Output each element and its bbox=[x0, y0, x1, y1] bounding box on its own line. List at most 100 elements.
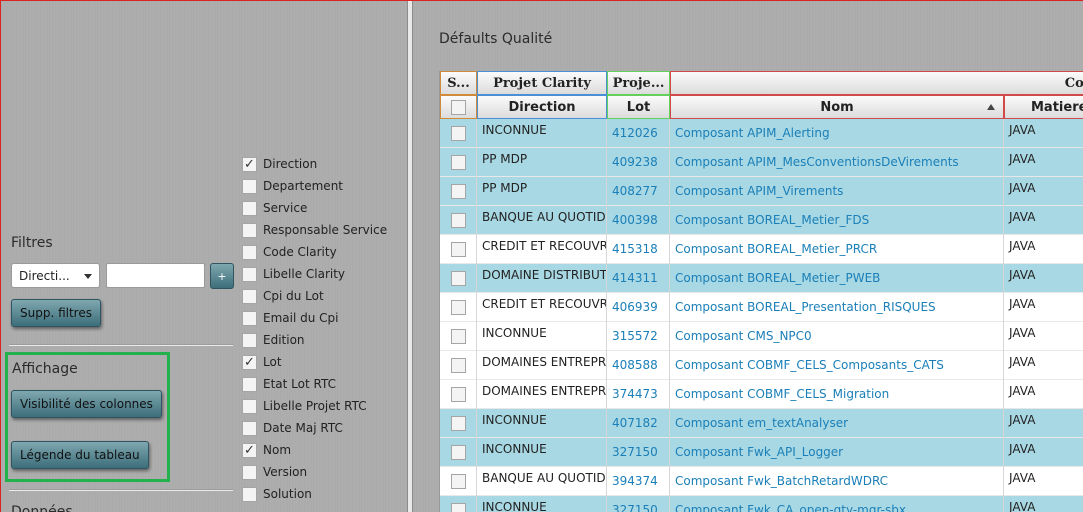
table-row[interactable]: INCONNUE 327150 Composant Fwk_API_Logger JA… bbox=[440, 438, 1083, 467]
column-option[interactable]: Libelle Clarity bbox=[242, 263, 387, 285]
lot-cell[interactable]: 408588 bbox=[607, 351, 670, 380]
header-matiere[interactable]: Matiere bbox=[1004, 95, 1083, 119]
column-option[interactable]: ✓ Nom bbox=[242, 439, 387, 461]
checkbox[interactable]: ✓ bbox=[242, 156, 257, 172]
lot-cell[interactable]: 400398 bbox=[607, 206, 670, 235]
table-row[interactable]: INCONNUE 407182 Composant em_textAnalyser J… bbox=[440, 409, 1083, 438]
checkbox[interactable]: ✓ bbox=[242, 354, 257, 370]
nom-cell[interactable]: Composant Fwk_API_Logger bbox=[670, 438, 1004, 467]
column-option[interactable]: Code Clarity bbox=[242, 241, 387, 263]
checkbox[interactable] bbox=[242, 222, 257, 238]
lot-cell[interactable]: 327150 bbox=[607, 496, 670, 512]
lot-cell[interactable]: 315572 bbox=[607, 322, 670, 351]
header-lot[interactable]: Lot bbox=[607, 95, 670, 119]
checkbox[interactable]: ✓ bbox=[242, 442, 257, 458]
nom-cell[interactable]: Composant Fwk_CA_open-qty-mgr-sbx bbox=[670, 496, 1004, 512]
column-option[interactable]: Etat Lot RTC bbox=[242, 373, 387, 395]
table-row[interactable]: CREDIT ET RECOUVR... 415318 Composant BORE… bbox=[440, 235, 1083, 264]
checkbox[interactable] bbox=[242, 288, 257, 304]
nom-cell[interactable]: Composant COBMF_CELS_Migration bbox=[670, 380, 1004, 409]
row-checkbox[interactable] bbox=[450, 387, 466, 402]
row-checkbox[interactable] bbox=[450, 329, 466, 344]
filter-column-combo[interactable]: Directi... bbox=[11, 263, 100, 288]
row-checkbox[interactable] bbox=[450, 184, 466, 199]
group-header-projet[interactable]: Proje... bbox=[607, 71, 670, 95]
column-option[interactable]: Date Maj RTC bbox=[242, 417, 387, 439]
nom-cell[interactable]: Composant BOREAL_Metier_PWEB bbox=[670, 264, 1004, 293]
group-header-composant[interactable]: Composa bbox=[670, 71, 1083, 95]
checkbox[interactable] bbox=[242, 420, 257, 436]
checkbox[interactable] bbox=[242, 332, 257, 348]
column-option[interactable]: Libelle Projet RTC bbox=[242, 395, 387, 417]
lot-cell[interactable]: 412026 bbox=[607, 119, 670, 148]
table-row[interactable]: DOMAINES ENTREPR... 408588 Composant COBMF… bbox=[440, 351, 1083, 380]
column-option[interactable]: Cpi du Lot bbox=[242, 285, 387, 307]
row-checkbox[interactable] bbox=[450, 358, 466, 373]
row-checkbox[interactable] bbox=[450, 300, 466, 315]
row-checkbox[interactable] bbox=[450, 474, 466, 489]
nom-cell[interactable]: Composant COBMF_CELS_Composants_CATS bbox=[670, 351, 1004, 380]
checkbox[interactable] bbox=[242, 376, 257, 392]
checkbox[interactable] bbox=[242, 244, 257, 260]
row-checkbox[interactable] bbox=[450, 126, 466, 141]
lot-cell[interactable]: 327150 bbox=[607, 438, 670, 467]
table-legend-button[interactable]: Légende du tableau bbox=[11, 441, 149, 469]
column-option[interactable]: ✓ Direction bbox=[242, 153, 387, 175]
table-row[interactable]: PP MDP 409238 Composant APIM_MesConvention… bbox=[440, 148, 1083, 177]
lot-cell[interactable]: 406939 bbox=[607, 293, 670, 322]
nom-cell[interactable]: Composant APIM_Virements bbox=[670, 177, 1004, 206]
column-option[interactable]: Version bbox=[242, 461, 387, 483]
checkbox[interactable] bbox=[242, 310, 257, 326]
row-checkbox[interactable] bbox=[450, 155, 466, 170]
checkbox[interactable] bbox=[242, 178, 257, 194]
lot-cell[interactable]: 407182 bbox=[607, 409, 670, 438]
header-direction[interactable]: Direction bbox=[477, 95, 607, 119]
table-row[interactable]: BANQUE AU QUOTID... 400398 Composant BOREA… bbox=[440, 206, 1083, 235]
row-checkbox[interactable] bbox=[450, 213, 466, 228]
table-row[interactable]: DOMAINE DISTRIBUT... 414311 Composant BORE… bbox=[440, 264, 1083, 293]
checkbox[interactable] bbox=[242, 486, 257, 502]
column-option[interactable]: Edition bbox=[242, 329, 387, 351]
table-row[interactable]: BANQUE AU QUOTID... 394374 Composant Fwk_B… bbox=[440, 467, 1083, 496]
row-checkbox[interactable] bbox=[450, 242, 466, 257]
nom-cell[interactable]: Composant BOREAL_Presentation_RISQUES bbox=[670, 293, 1004, 322]
table-row[interactable]: CREDIT ET RECOUVR... 406939 Composant BORE… bbox=[440, 293, 1083, 322]
table-row[interactable]: INCONNUE 315572 Composant CMS_NPC0 JAVA bbox=[440, 322, 1083, 351]
lot-cell[interactable]: 415318 bbox=[607, 235, 670, 264]
column-option[interactable]: ✓ Lot bbox=[242, 351, 387, 373]
column-option[interactable]: Email du Cpi bbox=[242, 307, 387, 329]
column-option[interactable]: Service bbox=[242, 197, 387, 219]
column-option[interactable]: Responsable Service bbox=[242, 219, 387, 241]
row-checkbox[interactable] bbox=[450, 271, 466, 286]
checkbox[interactable] bbox=[242, 398, 257, 414]
column-option[interactable]: Solution bbox=[242, 483, 387, 505]
nom-cell[interactable]: Composant BOREAL_Metier_PRCR bbox=[670, 235, 1004, 264]
lot-cell[interactable]: 394374 bbox=[607, 467, 670, 496]
header-nom[interactable]: Nom bbox=[670, 95, 1004, 119]
remove-filters-button[interactable]: Supp. filtres bbox=[11, 299, 101, 327]
nom-cell[interactable]: Composant BOREAL_Metier_FDS bbox=[670, 206, 1004, 235]
add-filter-button[interactable]: + bbox=[210, 263, 234, 289]
table-row[interactable]: INCONNUE 412026 Composant APIM_Alerting JAV… bbox=[440, 119, 1083, 148]
column-visibility-button[interactable]: Visibilité des colonnes bbox=[11, 390, 162, 418]
group-header-projet-clarity[interactable]: Projet Clarity bbox=[477, 71, 607, 95]
lot-cell[interactable]: 409238 bbox=[607, 148, 670, 177]
column-option[interactable]: Departement bbox=[242, 175, 387, 197]
filter-value-input[interactable] bbox=[106, 263, 205, 288]
nom-cell[interactable]: Composant em_textAnalyser bbox=[670, 409, 1004, 438]
select-all-checkbox[interactable] bbox=[451, 99, 466, 115]
header-select-all[interactable] bbox=[440, 95, 477, 119]
row-checkbox[interactable] bbox=[450, 416, 466, 431]
row-checkbox[interactable] bbox=[450, 445, 466, 460]
row-checkbox[interactable] bbox=[450, 503, 466, 512]
table-row[interactable]: INCONNUE 327150 Composant Fwk_CA_open-qty-… bbox=[440, 496, 1083, 512]
lot-cell[interactable]: 374473 bbox=[607, 380, 670, 409]
lot-cell[interactable]: 414311 bbox=[607, 264, 670, 293]
group-header-select[interactable]: S... bbox=[440, 71, 477, 95]
nom-cell[interactable]: Composant APIM_Alerting bbox=[670, 119, 1004, 148]
lot-cell[interactable]: 408277 bbox=[607, 177, 670, 206]
nom-cell[interactable]: Composant CMS_NPC0 bbox=[670, 322, 1004, 351]
table-row[interactable]: PP MDP 408277 Composant APIM_Virements JAVA bbox=[440, 177, 1083, 206]
nom-cell[interactable]: Composant Fwk_BatchRetardWDRC bbox=[670, 467, 1004, 496]
checkbox[interactable] bbox=[242, 464, 257, 480]
